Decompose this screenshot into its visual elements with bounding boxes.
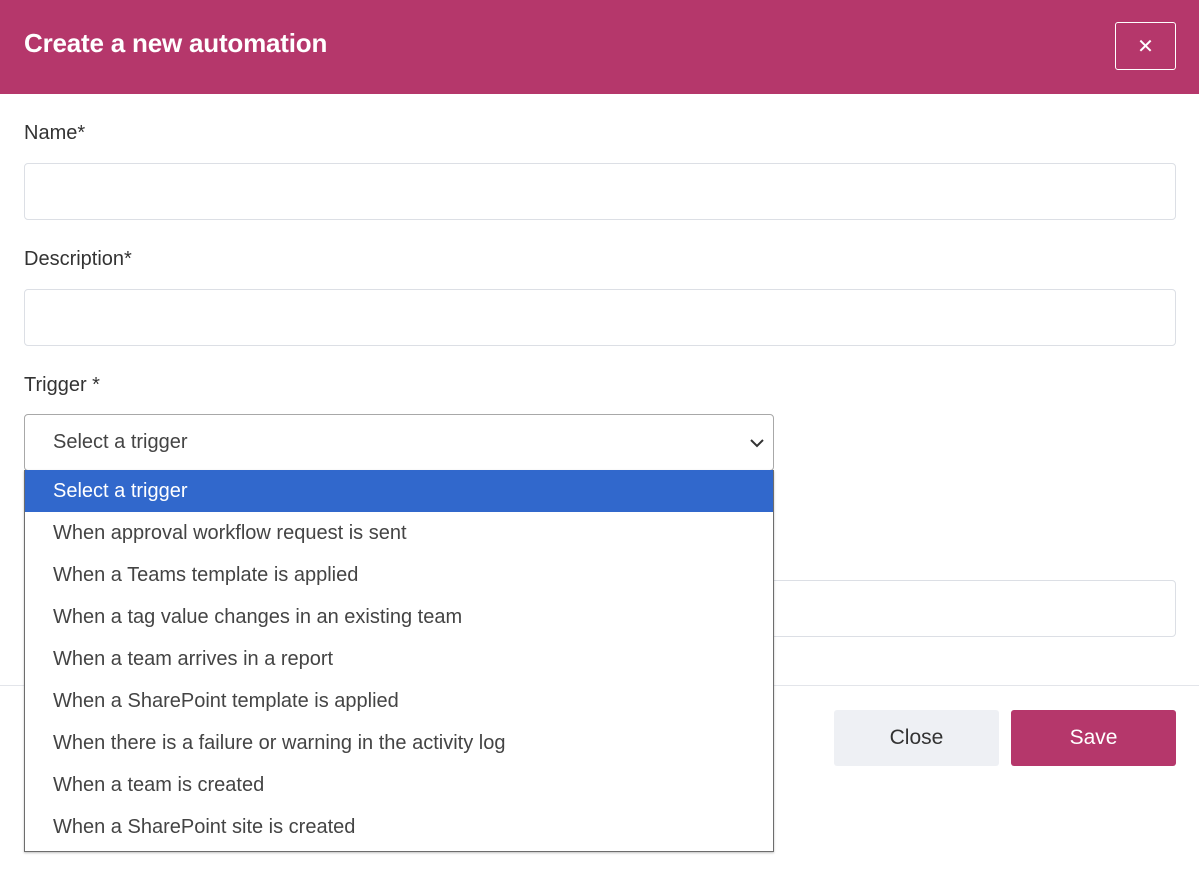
description-input[interactable] bbox=[24, 289, 1176, 346]
dialog-header: Create a new automation ✕ bbox=[0, 0, 1199, 94]
trigger-option[interactable]: When a Teams template is applied bbox=[25, 554, 773, 596]
trigger-option[interactable]: When a tag value changes in an existing … bbox=[25, 596, 773, 638]
trigger-option[interactable]: When a team arrives in a report bbox=[25, 638, 773, 680]
trigger-option[interactable]: When a SharePoint site is created bbox=[25, 806, 773, 848]
name-input[interactable] bbox=[24, 163, 1176, 220]
trigger-option[interactable]: When a team is created bbox=[25, 764, 773, 806]
close-button[interactable]: Close bbox=[834, 710, 999, 766]
trigger-label: Trigger * bbox=[24, 374, 100, 396]
trigger-select[interactable]: Select a trigger bbox=[24, 414, 774, 471]
description-label: Description* bbox=[24, 248, 132, 270]
trigger-dropdown-list: Select a trigger When approval workflow r… bbox=[24, 470, 774, 852]
close-dialog-button[interactable]: ✕ bbox=[1115, 22, 1176, 70]
dialog-title: Create a new automation bbox=[24, 28, 328, 58]
trigger-select-value: Select a trigger bbox=[53, 431, 188, 453]
save-button[interactable]: Save bbox=[1011, 710, 1176, 766]
trigger-option[interactable]: When there is a failure or warning in th… bbox=[25, 722, 773, 764]
trigger-option[interactable]: When a SharePoint template is applied bbox=[25, 680, 773, 722]
trigger-option[interactable]: When approval workflow request is sent bbox=[25, 512, 773, 554]
chevron-down-icon bbox=[750, 439, 764, 448]
create-automation-dialog: Create a new automation ✕ Name* Descript… bbox=[0, 0, 1199, 895]
trigger-option[interactable]: Select a trigger bbox=[25, 470, 773, 512]
close-icon: ✕ bbox=[1137, 35, 1154, 58]
name-label: Name* bbox=[24, 122, 86, 144]
